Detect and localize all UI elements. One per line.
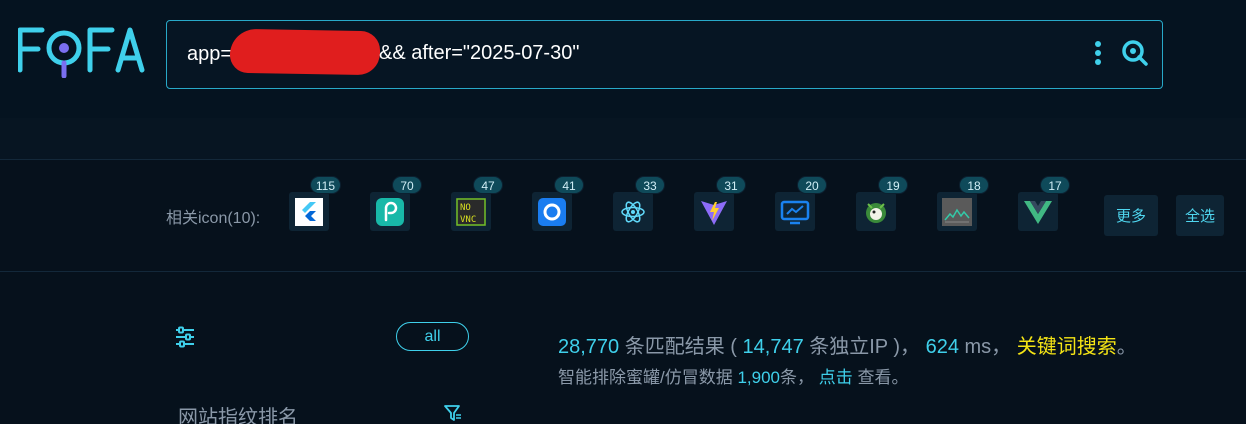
icon-count-badge: 115: [309, 176, 341, 194]
funnel-icon[interactable]: [444, 404, 462, 422]
filtered-count: 1,900: [737, 368, 781, 387]
all-filter-pill[interactable]: all: [396, 322, 469, 351]
icon-count-badge: 20: [797, 176, 827, 194]
icon-count-badge: 70: [392, 176, 422, 194]
unique-ip-text: 条独立IP )，: [809, 336, 921, 358]
icon-count-badge: 19: [878, 176, 908, 194]
icon-count-badge: 17: [1040, 176, 1070, 194]
result-stats: 28,770 条匹配结果 ( 14,747 条独立IP )， 624 ms， 关…: [558, 330, 1137, 359]
novnc-icon[interactable]: NO VNC 47: [451, 176, 503, 231]
query-time-unit: ms，: [964, 336, 1012, 358]
icon-count-badge: 47: [473, 176, 503, 194]
grafana-graph-icon[interactable]: 18: [937, 176, 989, 231]
total-count: 28,770: [558, 336, 620, 358]
more-icons-button[interactable]: 更多: [1104, 195, 1158, 236]
sliders-icon[interactable]: [174, 326, 196, 348]
related-icons-label: 相关icon(10):: [166, 210, 261, 227]
svg-text:VNC: VNC: [460, 215, 476, 225]
redaction-mark: [229, 28, 381, 76]
vite-icon[interactable]: 31: [694, 176, 746, 231]
keyword-search-link[interactable]: 关键词搜索: [1017, 336, 1117, 358]
honeypot-filter-note: 智能排除蜜罐/仿冒数据 1,900条， 点击 查看。: [558, 363, 908, 388]
header-band: [0, 118, 1246, 160]
ring-icon[interactable]: 41: [532, 176, 584, 231]
search-icon[interactable]: [1120, 38, 1150, 68]
monitor-chart-icon[interactable]: 20: [775, 176, 827, 231]
unique-ip-count: 14,747: [742, 336, 804, 358]
mascot-icon[interactable]: 19: [856, 176, 908, 231]
fingerprint-rank-title: 网站指纹排名: [178, 407, 298, 424]
svg-text:NO: NO: [460, 203, 471, 213]
vertical-dots-icon[interactable]: [1090, 40, 1106, 68]
icon-count-badge: 33: [635, 176, 665, 194]
flutter-icon[interactable]: 115: [289, 176, 341, 231]
search-query-prefix[interactable]: app=: [187, 43, 232, 66]
icon-count-badge: 41: [554, 176, 584, 194]
filtered-prefix: 智能排除蜜罐/仿冒数据: [558, 368, 733, 387]
filtered-mid: 条，: [780, 368, 815, 387]
vue-icon[interactable]: 17: [1018, 176, 1070, 231]
icon-count-badge: 18: [959, 176, 989, 194]
total-text: 条匹配结果 (: [624, 336, 737, 358]
related-icons-row: 相关icon(10): 115 70 NO VNC 47 41 33 31 20 …: [0, 160, 1246, 272]
select-all-button[interactable]: 全选: [1176, 195, 1224, 236]
search-query-suffix[interactable]: && after="2025-07-30": [379, 42, 579, 65]
query-time: 624: [925, 336, 959, 358]
fofa-logo[interactable]: [18, 22, 146, 78]
click-view-link[interactable]: 点击: [819, 368, 853, 387]
period: 。: [1116, 336, 1137, 358]
filtered-suffix: 查看。: [857, 368, 909, 387]
spiral-p-icon[interactable]: 70: [370, 176, 422, 231]
icon-count-badge: 31: [716, 176, 746, 194]
react-icon[interactable]: 33: [613, 176, 665, 231]
